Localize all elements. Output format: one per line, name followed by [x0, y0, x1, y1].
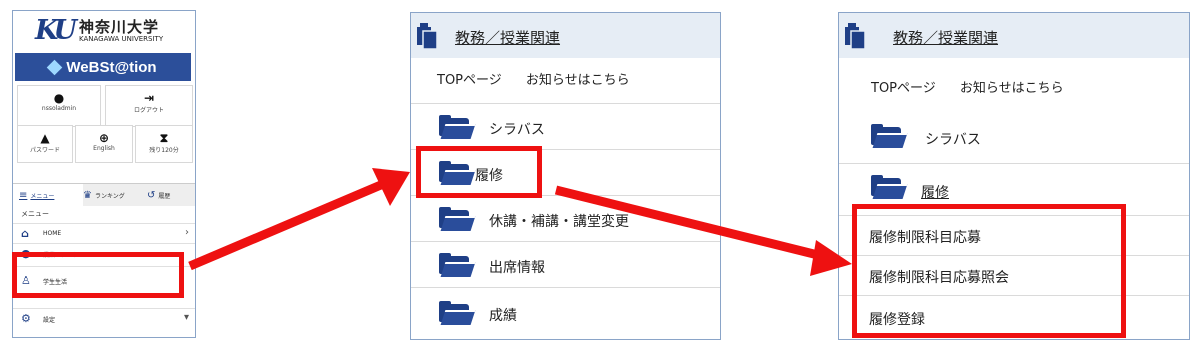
tab-history[interactable]: ↺ 履歴 — [147, 184, 193, 206]
folder-row-syllabus[interactable]: シラバス — [839, 111, 1189, 163]
folder-icon — [871, 124, 908, 148]
folder-label: 出席情報 — [489, 260, 545, 276]
folder-label: 履修 — [921, 185, 949, 201]
section-header: 教務／授業関連 — [839, 13, 1189, 58]
language-label: English — [93, 145, 115, 152]
password-tile[interactable]: ▲ パスワード — [17, 125, 73, 163]
news-link[interactable]: お知らせはこちら — [526, 73, 630, 88]
cube-icon — [47, 59, 63, 75]
university-name-jp: 神奈川大学 — [79, 18, 160, 36]
crown-icon: ♛ — [83, 189, 92, 201]
ku-logo-mark: KU — [35, 15, 77, 46]
menu-item-settings-label: 設定 — [43, 317, 56, 324]
hourglass-icon: ⧗ — [159, 131, 169, 145]
session-timer-label: 残り120分 — [149, 147, 179, 154]
logout-label: ログアウト — [133, 107, 164, 114]
university-logo: KU 神奈川大学 KANAGAWA UNIVERSITY — [13, 11, 195, 51]
menu-item-settings[interactable]: ⚙ 設定 ▾ — [13, 308, 195, 329]
folder-label: 休講・補講・講堂変更 — [489, 214, 629, 230]
brand-label: WeBSt@tion — [66, 58, 157, 76]
highlight-registration-submenu — [852, 204, 1126, 338]
session-timer-tile: ⧗ 残り120分 — [135, 125, 193, 163]
home-icon: ⌂ — [21, 227, 29, 240]
user-tile[interactable]: ● nssoladmin — [17, 85, 101, 127]
tab-history-label: 履歴 — [158, 192, 171, 200]
folder-icon — [439, 207, 476, 231]
history-icon: ↺ — [147, 189, 156, 201]
clipboard-icon — [417, 23, 438, 49]
top-links: TOPページ お知らせはこちら — [437, 69, 650, 88]
arrow-1 — [188, 168, 410, 271]
folder-icon — [439, 115, 476, 139]
university-name-en: KANAGAWA UNIVERSITY — [79, 35, 164, 43]
tab-menu-label: メニュー — [30, 192, 55, 200]
gear-icon: ⚙ — [21, 312, 31, 325]
webstation-brand-bar[interactable]: WeBSt@tion — [15, 53, 191, 81]
clipboard-icon — [845, 23, 866, 49]
menu-item-home[interactable]: ⌂ HOME › — [13, 223, 195, 244]
folder-icon — [439, 253, 476, 277]
sidebar-tabs: ≡ メニュー ♛ ランキング ↺ 履歴 — [13, 183, 195, 206]
highlight-registration-folder — [416, 146, 542, 198]
folder-icon — [871, 175, 908, 199]
folder-label: 成績 — [489, 308, 517, 324]
menu-heading: メニュー — [21, 210, 49, 218]
news-link[interactable]: お知らせはこちら — [960, 81, 1064, 96]
logout-icon: ⇥ — [143, 91, 155, 105]
logout-tile[interactable]: ⇥ ログアウト — [105, 85, 193, 127]
top-page-link[interactable]: TOPページ — [437, 73, 502, 88]
menu-icon: ≡ — [19, 189, 28, 201]
user-name: nssoladmin — [41, 105, 77, 112]
folder-row-grades[interactable]: 成績 — [411, 287, 720, 339]
folder-icon — [439, 301, 476, 325]
top-page-link[interactable]: TOPページ — [871, 81, 936, 96]
globe-icon: ⊕ — [98, 131, 110, 145]
user-icon: ● — [53, 91, 65, 105]
section-title[interactable]: 教務／授業関連 — [455, 27, 560, 48]
chevron-down-icon: ▾ — [183, 312, 189, 323]
folder-label: シラバス — [489, 122, 545, 138]
chevron-right-icon: › — [185, 227, 189, 238]
highlight-student-life — [12, 252, 184, 298]
top-links: TOPページ お知らせはこちら — [871, 77, 1084, 96]
section-header: 教務／授業関連 — [411, 13, 720, 58]
folder-row-syllabus[interactable]: シラバス — [411, 103, 720, 150]
folder-row-class-changes[interactable]: 休講・補講・講堂変更 — [411, 195, 720, 242]
folder-row-registration[interactable]: 履修 — [839, 163, 1189, 208]
folder-row-attendance[interactable]: 出席情報 — [411, 241, 720, 288]
menu-item-home-label: HOME — [43, 230, 62, 237]
folder-label: シラバス — [925, 132, 981, 148]
tab-ranking-label: ランキング — [94, 192, 125, 200]
language-tile[interactable]: ⊕ English — [75, 125, 133, 163]
password-label: パスワード — [29, 147, 60, 154]
tab-ranking[interactable]: ♛ ランキング — [83, 184, 143, 206]
section-title[interactable]: 教務／授業関連 — [893, 27, 998, 48]
lock-icon: ▲ — [40, 131, 50, 145]
tab-menu[interactable]: ≡ メニュー — [13, 184, 83, 206]
